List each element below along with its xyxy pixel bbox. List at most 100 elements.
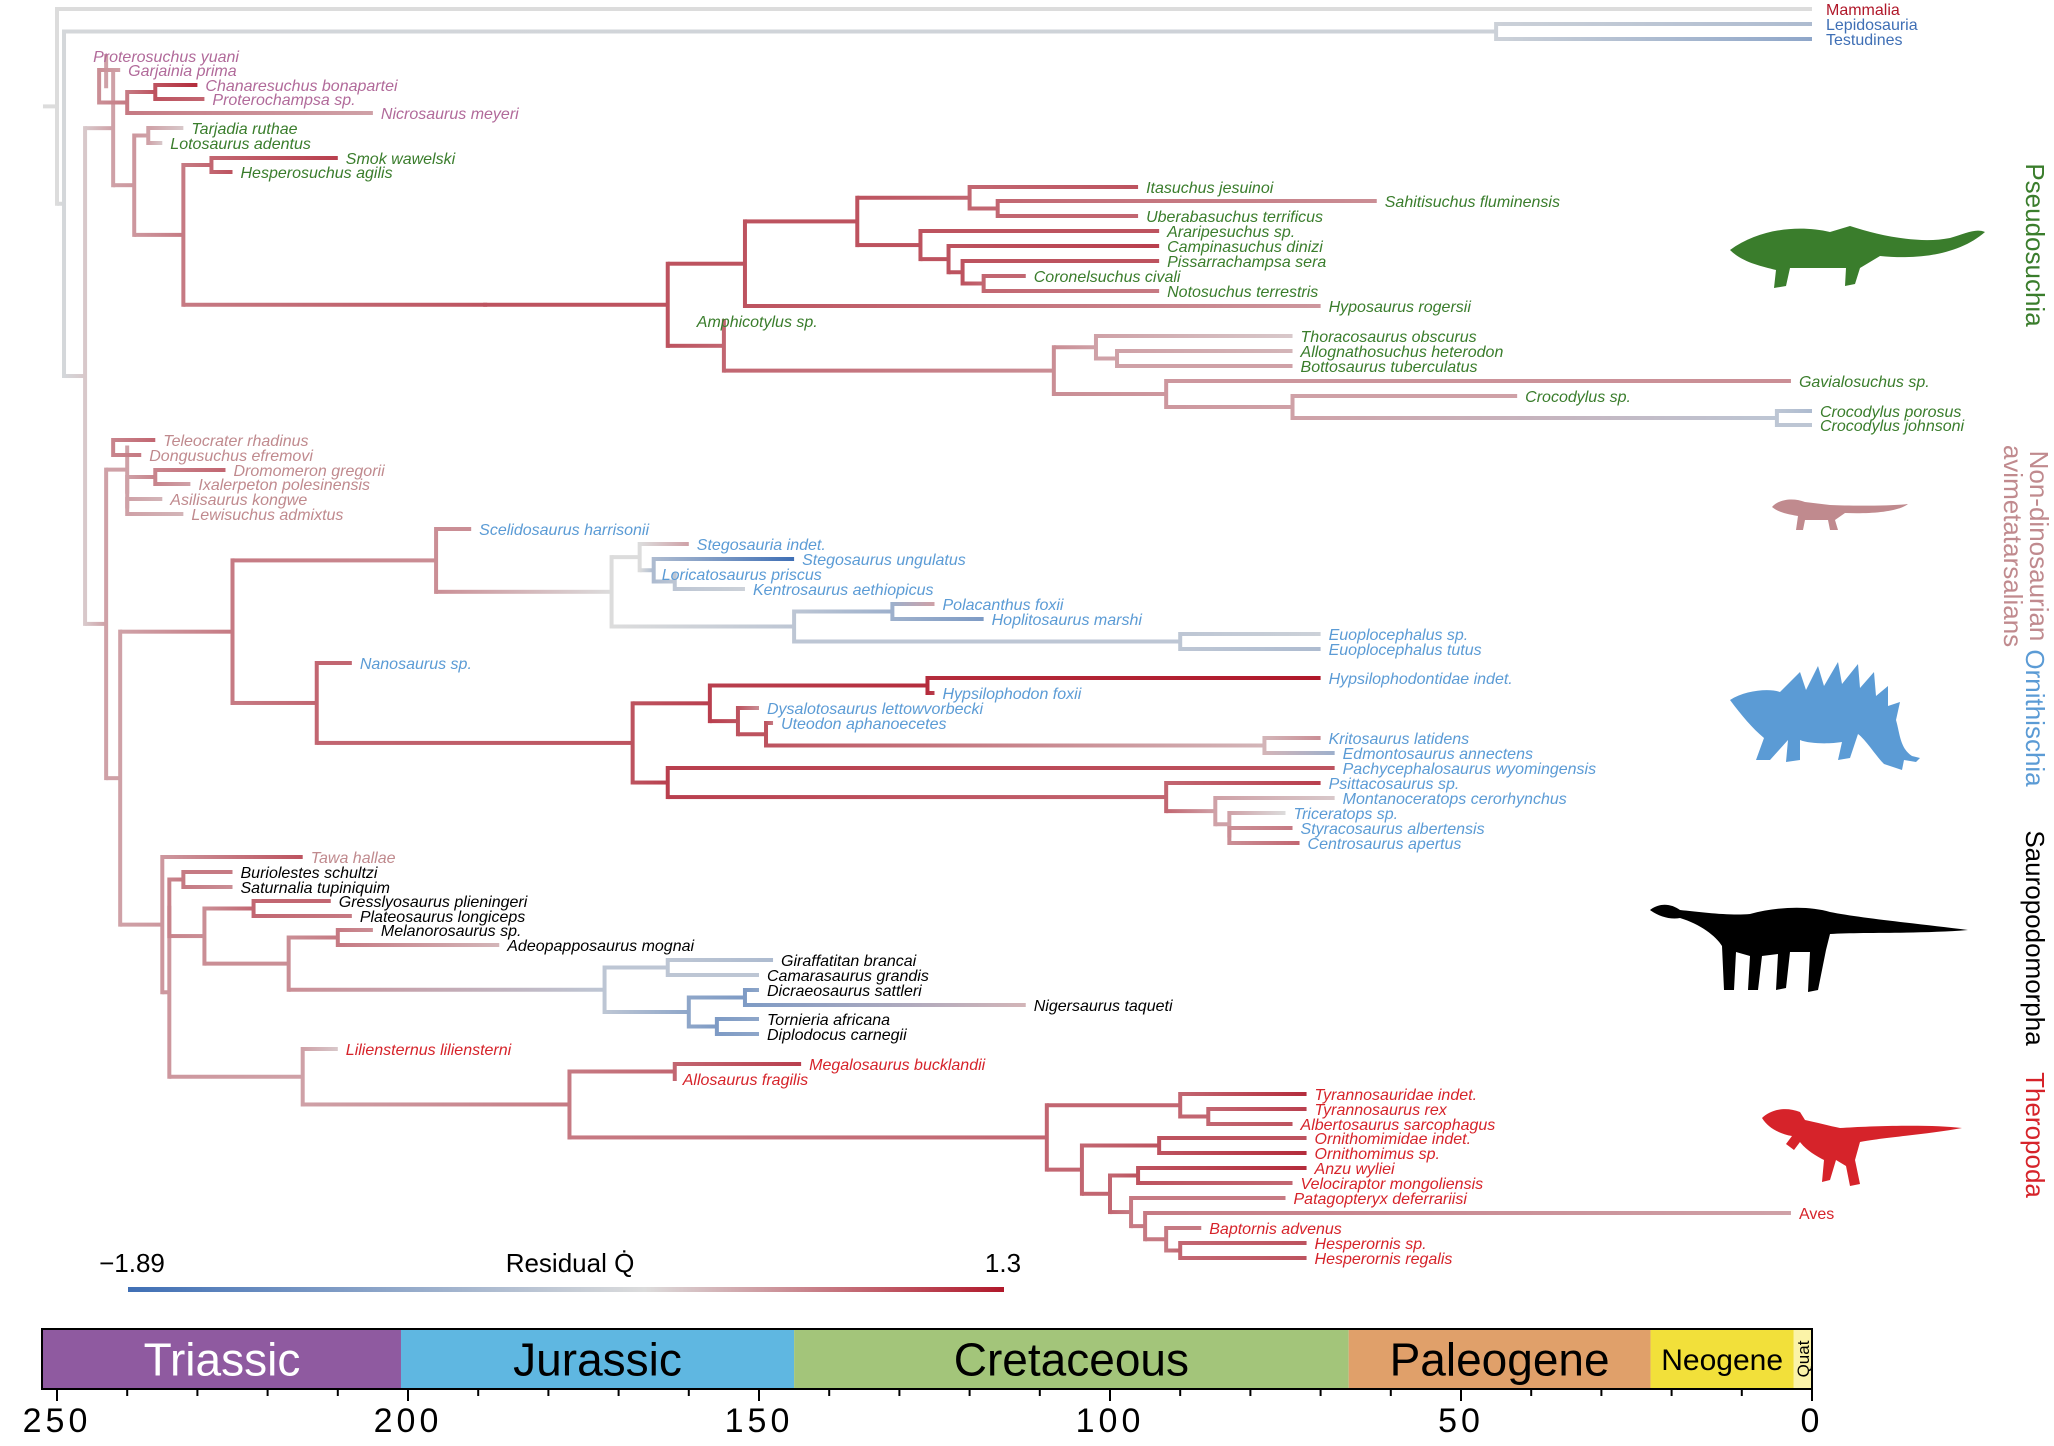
branch <box>204 961 289 966</box>
branch <box>1166 1248 1181 1253</box>
branch <box>1229 841 1300 845</box>
branch <box>1215 822 1230 827</box>
branch <box>1166 379 1791 383</box>
branch <box>1081 1191 1110 1196</box>
branch <box>604 1010 689 1014</box>
taxon-label: Testudines <box>1826 32 1903 49</box>
axis-tick-label: 150 <box>725 1402 794 1440</box>
branch <box>148 141 163 145</box>
residual-legend: −1.89 1.3 Residual Q̇ <box>99 1248 1021 1292</box>
taxon-label: Hesperosuchus agilis <box>241 165 393 182</box>
tyrannosaur-silhouette-icon <box>1762 1109 1962 1186</box>
branch <box>113 438 156 442</box>
branch <box>1776 423 1812 427</box>
taxon-label: Kentrosaurus aethiopicus <box>753 582 934 599</box>
branch <box>127 497 163 501</box>
branch <box>1095 356 1118 361</box>
branch <box>716 1017 759 1021</box>
branch <box>316 740 633 745</box>
axis-tick-label: 0 <box>1801 1402 1824 1440</box>
branch <box>316 661 352 665</box>
taxon-label: Lotosaurus adentus <box>170 136 311 153</box>
branch <box>1496 22 1812 26</box>
branch <box>667 795 1167 800</box>
branch <box>127 512 184 516</box>
branch <box>744 219 858 224</box>
branch <box>302 1047 338 1051</box>
branch <box>920 229 1160 233</box>
branch <box>337 928 373 932</box>
avemetatarsalian-silhouette-icon <box>1772 499 1908 530</box>
branch <box>288 935 338 940</box>
branch <box>969 206 998 211</box>
clade-label: Pseudosuchia <box>2020 163 2050 327</box>
branch <box>1110 1210 1132 1215</box>
branch <box>667 261 745 266</box>
branch <box>183 870 233 874</box>
clade-label: Sauropodomorpha <box>2020 830 2050 1046</box>
branch <box>983 274 1026 278</box>
taxon-labels: MammaliaLepidosauriaTestudinesProterosuc… <box>93 2 1964 1268</box>
branch <box>134 133 149 138</box>
branch <box>253 899 331 903</box>
branch <box>155 97 205 101</box>
branch <box>127 475 156 479</box>
branch <box>253 914 352 918</box>
taxon-label: Pissarrachampsa sera <box>1167 254 1326 271</box>
branch <box>667 958 774 962</box>
branch <box>927 691 935 695</box>
branch <box>1166 781 1321 785</box>
period-label: Quat <box>1794 1340 1813 1377</box>
phylogeny-diagram: MammaliaLepidosauriaTestudinesProterosuc… <box>23 2 2054 1440</box>
branch <box>1131 1224 1146 1229</box>
branch <box>744 304 1321 308</box>
branch <box>766 743 1265 748</box>
branch <box>709 683 928 688</box>
period-label: Paleogene <box>1390 1334 1610 1386</box>
branch <box>106 467 128 472</box>
taxon-label: Scelidosaurus harrisonii <box>479 522 649 539</box>
branch <box>639 542 689 546</box>
branch <box>766 721 774 725</box>
taxon-label: Amphicotylus sp. <box>696 314 818 331</box>
branch <box>106 776 121 781</box>
taxon-label: Stegosaurus ungulatus <box>802 552 966 569</box>
branch <box>148 126 184 130</box>
branch <box>969 185 1139 189</box>
branch <box>1095 334 1293 338</box>
clade-label: avimetatarsalians <box>1998 445 2028 647</box>
branch <box>120 629 233 634</box>
axis-tick-label: 100 <box>1076 1402 1145 1440</box>
branch <box>948 244 1160 248</box>
branch <box>639 568 654 573</box>
branch <box>1145 1237 1167 1242</box>
branch <box>1046 1167 1082 1172</box>
branch <box>211 170 233 174</box>
branch <box>1292 416 1777 420</box>
branch <box>723 368 1054 373</box>
branch <box>169 1074 303 1079</box>
branch <box>57 7 1812 11</box>
taxon-label: Lewisuchus admixtus <box>191 507 343 524</box>
taxon-label: Gavialosuchus sp. <box>1799 374 1930 391</box>
taxon-label: Centrosaurus apertus <box>1308 836 1462 853</box>
branch <box>85 126 114 131</box>
branch <box>1215 796 1335 800</box>
branch <box>436 527 472 531</box>
taxon-label: Liliensternus liliensterni <box>346 1042 512 1059</box>
taxon-label: Crocodylus sp. <box>1525 389 1631 406</box>
taxon-label: Uteodon aphanoecetes <box>781 716 946 733</box>
taxon-label: Hyposaurus rogersii <box>1329 299 1472 316</box>
taxon-label: Nanosaurus sp. <box>360 656 472 673</box>
branch <box>1180 1241 1307 1245</box>
branch <box>1145 1211 1791 1215</box>
legend-title: Residual Q̇ <box>506 1248 635 1278</box>
branch <box>794 639 1181 644</box>
branch <box>113 453 142 457</box>
branch <box>604 965 668 970</box>
taxon-label: Sahitisuchus fluminensis <box>1385 194 1560 211</box>
branch <box>169 934 205 939</box>
branch <box>64 29 1497 34</box>
branch <box>632 701 710 706</box>
branch <box>169 877 184 882</box>
